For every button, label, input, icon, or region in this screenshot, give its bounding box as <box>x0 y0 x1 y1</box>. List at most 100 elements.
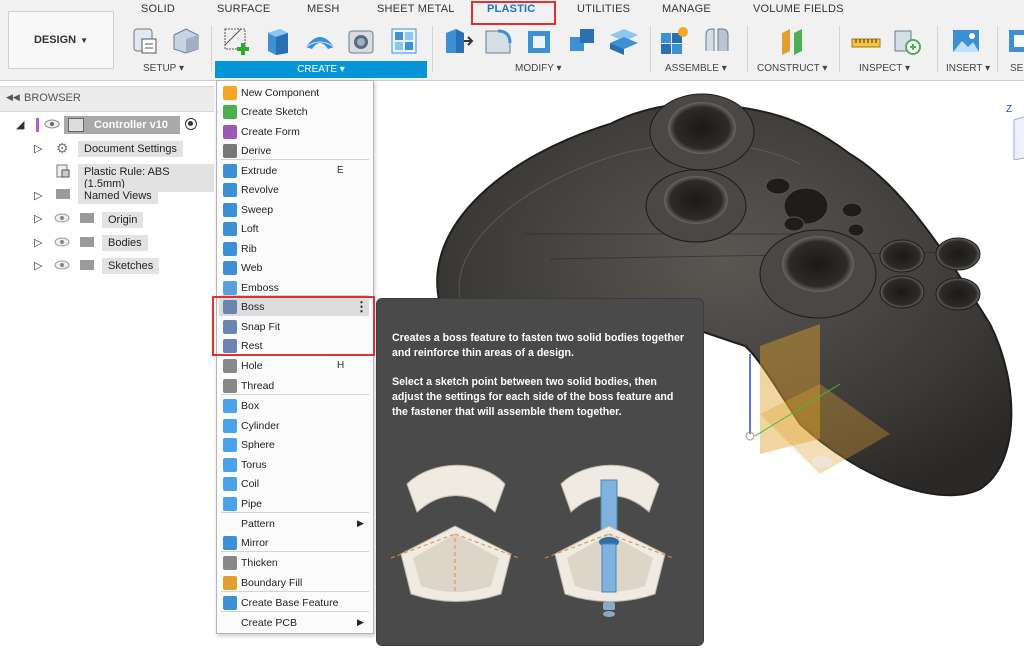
assemble-group-label[interactable]: ASSEMBLE ▾ <box>665 63 727 74</box>
press-pull-icon[interactable] <box>442 25 474 57</box>
eye-icon[interactable] <box>44 117 60 136</box>
tab-sheet-metal[interactable]: SHEET METAL <box>377 3 455 15</box>
menu-item-loft[interactable]: Loft <box>219 220 369 238</box>
menu-item-revolve[interactable]: Revolve <box>219 181 369 199</box>
pipe-icon <box>223 497 237 511</box>
menu-item-label: Cylinder <box>241 420 280 432</box>
menu-item-boundary-fill[interactable]: Boundary Fill <box>219 574 369 592</box>
workspace-switcher[interactable]: DESIGN ▼ <box>8 11 114 69</box>
create-sketch-icon <box>223 105 237 119</box>
tab-utilities[interactable]: UTILITIES <box>577 3 630 15</box>
menu-item-thread[interactable]: Thread <box>219 377 369 395</box>
modify-group-label[interactable]: MODIFY ▾ <box>515 63 562 74</box>
construct-group-label[interactable]: CONSTRUCT ▾ <box>757 63 827 74</box>
offset-plane-icon[interactable] <box>776 25 808 57</box>
loft-icon <box>223 222 237 236</box>
menu-item-pipe[interactable]: Pipe <box>219 495 369 513</box>
menu-item-sphere[interactable]: Sphere <box>219 436 369 454</box>
activate-radio-icon[interactable] <box>185 118 197 130</box>
shell-icon[interactable] <box>524 25 556 57</box>
eye-icon[interactable] <box>54 211 70 230</box>
extrude-icon <box>223 164 237 178</box>
root-component[interactable]: Controller v10 <box>64 116 180 134</box>
select-icon[interactable] <box>1006 25 1024 57</box>
tree-item-named-views[interactable]: Named Views <box>78 188 158 204</box>
create-sketch-icon[interactable] <box>221 25 253 57</box>
chevron-down-icon: ▼ <box>80 35 89 45</box>
menu-item-label: Box <box>241 400 260 412</box>
setup-group-label[interactable]: SETUP ▾ <box>143 63 184 74</box>
tree-item-document-settings[interactable]: Document Settings <box>78 141 183 157</box>
fillet-icon[interactable] <box>482 25 514 57</box>
menu-item-label: Pattern <box>241 518 275 530</box>
menu-item-pattern[interactable]: Pattern ▶ <box>219 515 369 533</box>
tab-surface[interactable]: SURFACE <box>217 3 270 15</box>
tab-manage[interactable]: MANAGE <box>662 3 711 15</box>
insert-group-label[interactable]: INSERT ▾ <box>946 63 990 74</box>
eye-icon[interactable] <box>54 235 70 254</box>
folder-icon <box>56 189 70 199</box>
menu-item-extrude[interactable]: Extrude E <box>219 162 369 180</box>
view-cube[interactable]: Z <box>1004 100 1024 160</box>
torus-icon <box>223 458 237 472</box>
menu-item-create-base-feature[interactable]: Create Base Feature <box>219 594 369 612</box>
menu-item-web[interactable]: Web <box>219 259 369 277</box>
expand-icon[interactable]: ▷ <box>34 142 42 155</box>
hole-icon[interactable] <box>346 25 378 57</box>
split-body-icon[interactable] <box>608 25 640 57</box>
menu-item-hole[interactable]: Hole H <box>219 357 369 375</box>
eye-icon[interactable] <box>54 258 70 277</box>
menu-item-create-sketch[interactable]: Create Sketch <box>219 103 369 121</box>
browser-tree: ◢ Controller v10 ▷ ⚙ Document Settings P… <box>0 112 214 282</box>
expand-icon[interactable]: ▷ <box>34 236 42 249</box>
menu-item-create-pcb[interactable]: Create PCB ▶ <box>219 614 369 632</box>
mirror-icon <box>223 536 237 550</box>
component-icon <box>68 118 84 132</box>
menu-item-coil[interactable]: Coil <box>219 475 369 493</box>
thread-icon <box>223 379 237 393</box>
menu-item-label: Create Sketch <box>241 106 308 118</box>
menu-item-emboss[interactable]: Emboss <box>219 279 369 297</box>
menu-item-label: Hole <box>241 360 263 372</box>
revolve-icon[interactable] <box>304 25 336 57</box>
menu-item-mirror[interactable]: Mirror <box>219 534 369 552</box>
select-group-label[interactable]: SE <box>1010 63 1023 74</box>
tree-item-bodies[interactable]: Bodies <box>102 235 148 251</box>
menu-item-label: Boundary Fill <box>241 577 303 589</box>
extrude-icon[interactable] <box>262 25 294 57</box>
menu-item-create-form[interactable]: Create Form <box>219 123 369 141</box>
tab-volume-fields[interactable]: VOLUME FIELDS <box>753 3 844 15</box>
pattern-icon[interactable] <box>388 25 420 57</box>
menu-item-torus[interactable]: Torus <box>219 456 369 474</box>
joint-icon[interactable] <box>700 25 732 57</box>
tree-collapse-icon[interactable]: ◢ <box>16 118 24 131</box>
tab-mesh[interactable]: MESH <box>307 3 340 15</box>
new-component-icon[interactable] <box>658 25 690 57</box>
expand-icon[interactable]: ▷ <box>34 259 42 272</box>
menu-item-cylinder[interactable]: Cylinder <box>219 417 369 435</box>
tab-solid[interactable]: SOLID <box>141 3 175 15</box>
interference-icon[interactable] <box>891 25 923 57</box>
box-icon <box>223 399 237 413</box>
combine-icon[interactable] <box>566 25 598 57</box>
collapse-icon[interactable]: ◀◀ <box>6 92 20 103</box>
expand-icon[interactable]: ▷ <box>34 212 42 225</box>
menu-item-rib[interactable]: Rib <box>219 240 369 258</box>
browser-header[interactable]: ◀◀ BROWSER <box>0 86 214 112</box>
insert-image-icon[interactable] <box>950 25 982 57</box>
tree-item-sketches[interactable]: Sketches <box>102 258 160 274</box>
create-group-label[interactable]: CREATE ▾ <box>215 61 427 78</box>
inspect-group-label[interactable]: INSPECT ▾ <box>859 63 910 74</box>
menu-item-sweep[interactable]: Sweep <box>219 201 369 219</box>
tree-item-origin[interactable]: Origin <box>102 212 144 228</box>
menu-item-thicken[interactable]: Thicken <box>219 554 369 572</box>
expand-icon[interactable]: ▷ <box>34 189 42 202</box>
setup-part-icon[interactable] <box>170 25 202 57</box>
menu-item-new-component[interactable]: New Component <box>219 84 369 102</box>
cylinder-icon <box>223 419 237 433</box>
setup-sheet-icon[interactable] <box>130 25 162 57</box>
menu-item-box[interactable]: Box <box>219 397 369 415</box>
menu-item-derive[interactable]: Derive <box>219 142 369 160</box>
menu-item-label: Rib <box>241 243 257 255</box>
measure-icon[interactable] <box>850 25 882 57</box>
